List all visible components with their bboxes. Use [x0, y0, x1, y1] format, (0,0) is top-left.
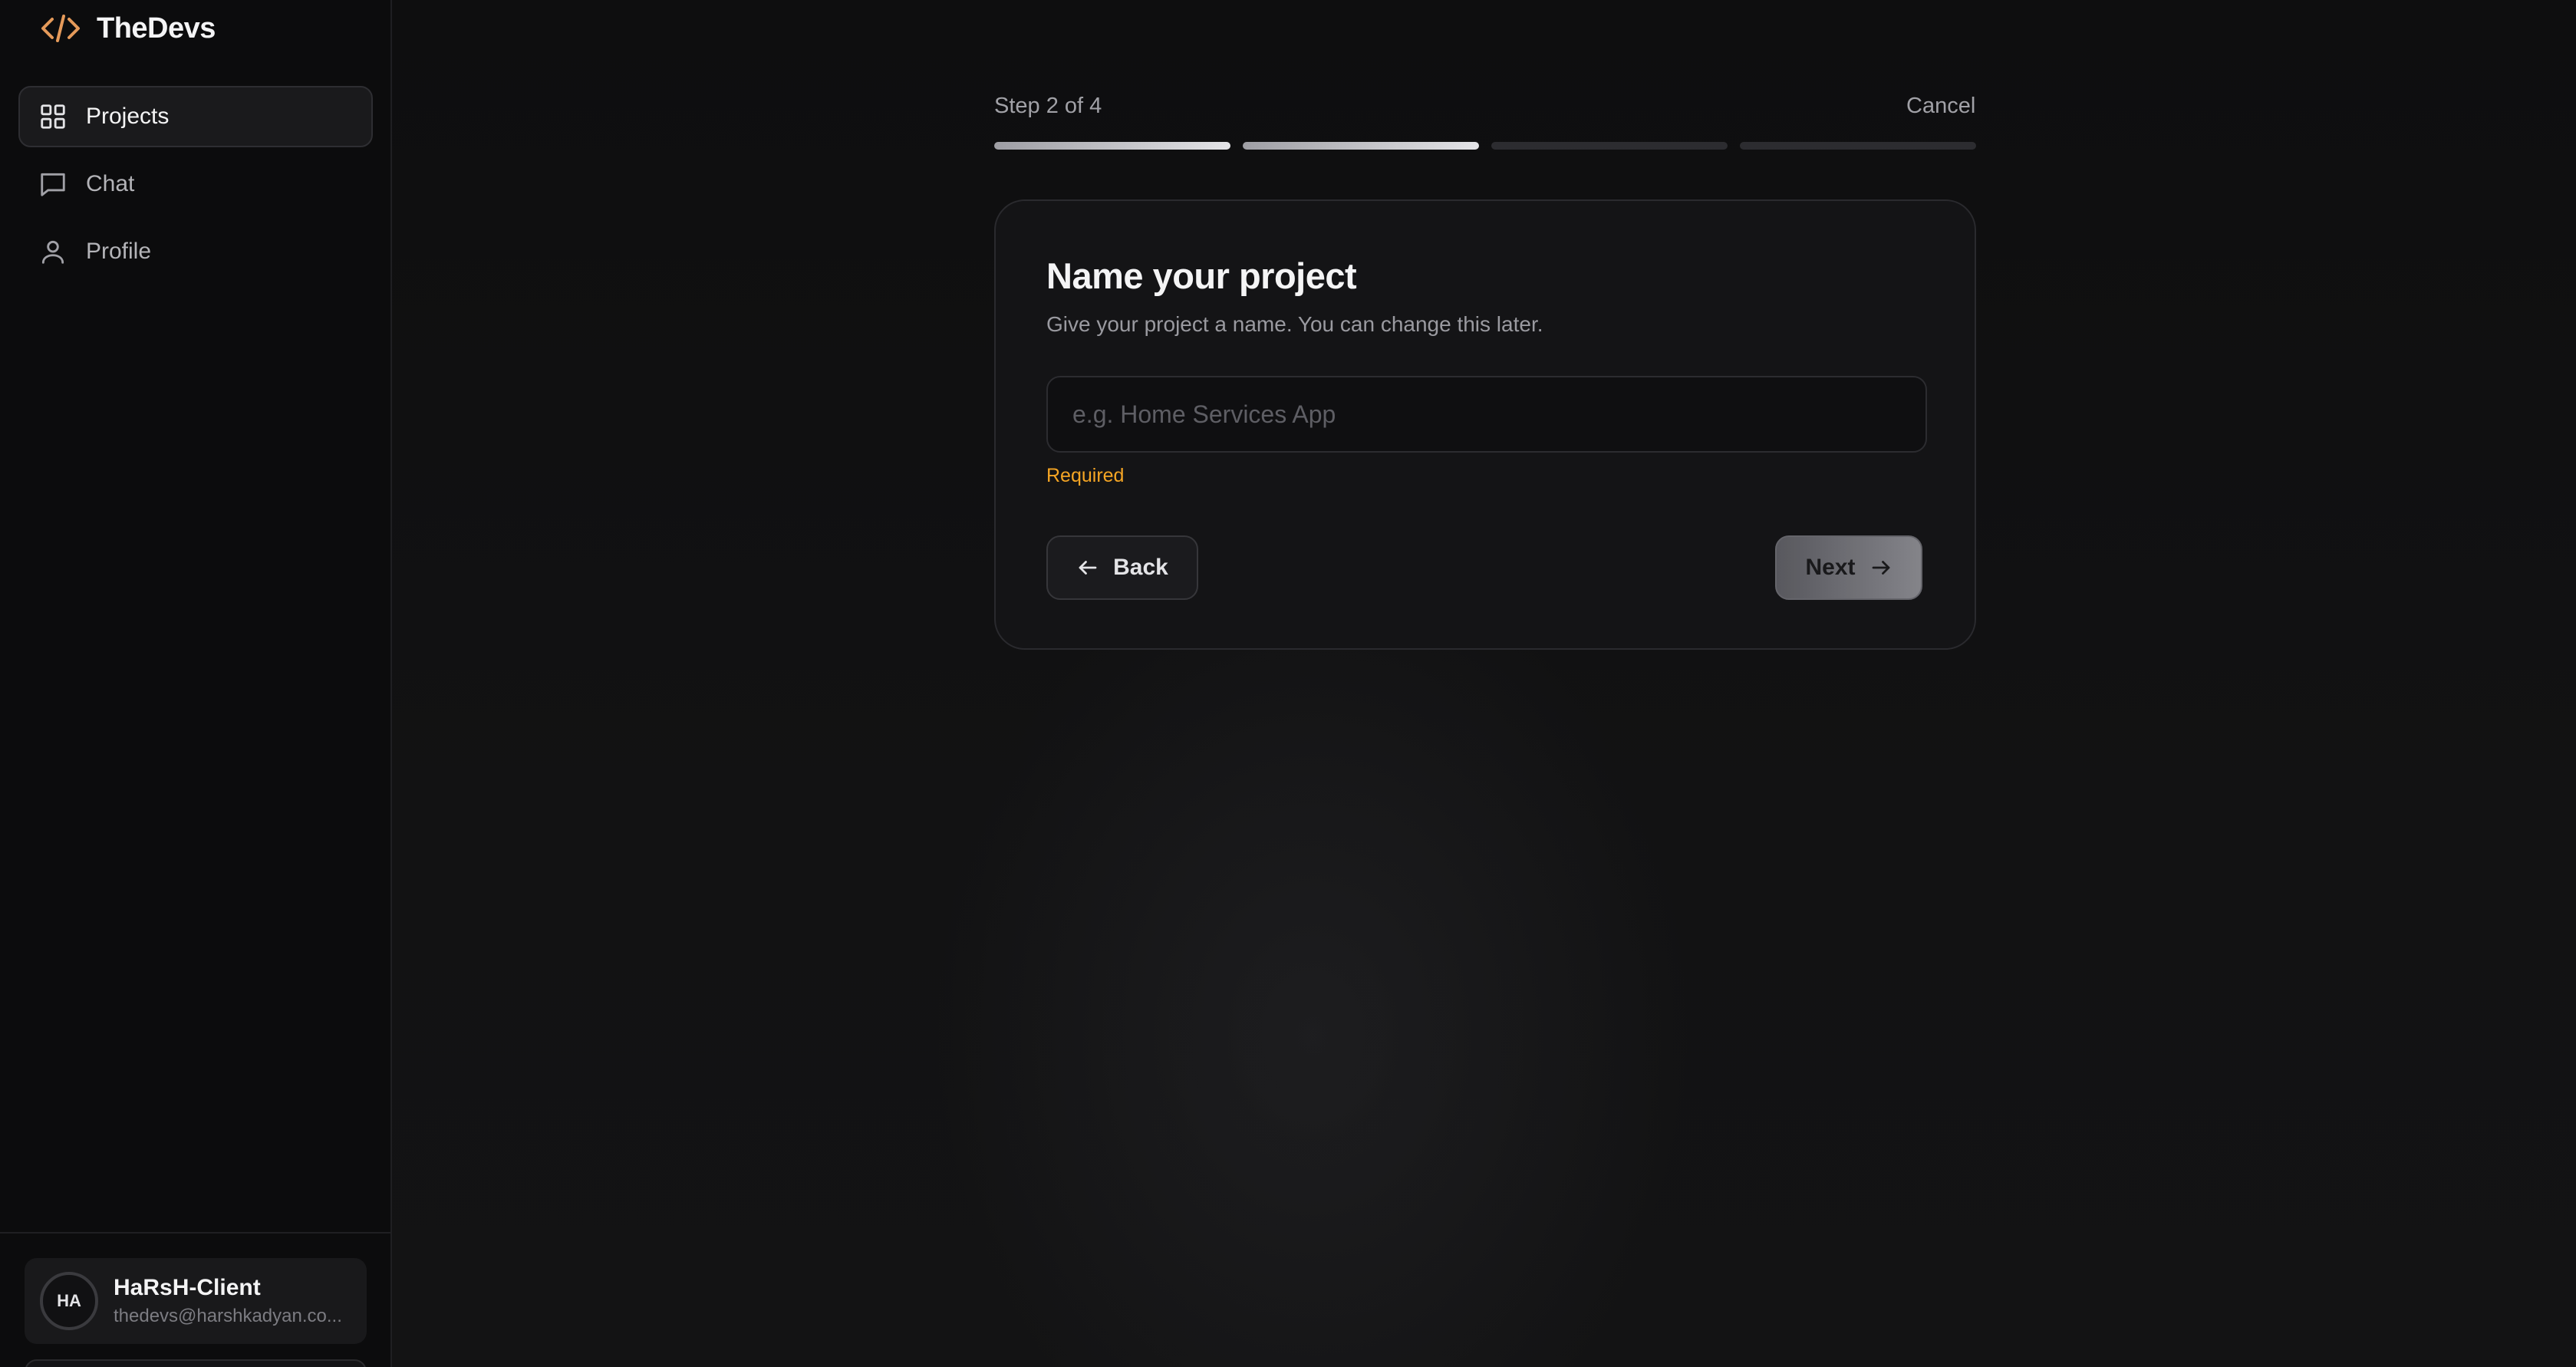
progress-segment-2: [1243, 142, 1479, 150]
arrow-right-icon: [1872, 561, 1889, 575]
brand-name: TheDevs: [97, 12, 216, 44]
back-button-label: Back: [1113, 555, 1168, 580]
cancel-link[interactable]: Cancel: [1906, 94, 1975, 119]
arrow-left-icon: [1079, 561, 1097, 575]
avatar: HA: [40, 1272, 98, 1330]
back-button[interactable]: Back: [1046, 535, 1198, 600]
app-root: TheDevs Projects Chat Profile HA HaRsH-C…: [0, 0, 2576, 1367]
card-subtitle: Give your project a name. You can change…: [1046, 312, 1543, 336]
progress-segment-4: [1740, 142, 1976, 150]
progress-segment-3: [1491, 142, 1728, 150]
validation-message: Required: [1046, 465, 1125, 486]
sidebar-item-label: Chat: [86, 171, 135, 196]
user-name: HaRsH-Client: [114, 1275, 261, 1300]
sidebar: TheDevs Projects Chat Profile HA HaRsH-C…: [0, 0, 392, 1367]
user-icon: [41, 240, 64, 264]
sidebar-item-chat[interactable]: Chat: [18, 153, 373, 215]
user-info: HaRsH-Client thedevs@harshkadyan.co...: [114, 1275, 351, 1327]
step-indicator: Step 2 of 4: [994, 94, 1102, 118]
brand[interactable]: TheDevs: [40, 9, 216, 48]
user-email: thedevs@harshkadyan.co...: [114, 1306, 342, 1326]
sidebar-divider: [0, 1232, 392, 1234]
sidebar-item-label: Projects: [86, 104, 170, 129]
main-content: Step 2 of 4 Cancel Name your project Giv…: [392, 0, 2576, 1367]
chat-bubble-icon: [41, 173, 65, 196]
progress-segment-1: [994, 142, 1230, 150]
grid-icon: [41, 104, 65, 129]
project-name-input[interactable]: [1046, 376, 1927, 453]
sidebar-item-projects[interactable]: Projects: [18, 86, 373, 147]
sidebar-item-profile[interactable]: Profile: [18, 221, 373, 282]
next-button-label: Next: [1805, 555, 1856, 580]
next-button[interactable]: Next: [1775, 535, 1922, 600]
step-progress-bar: [994, 142, 1976, 151]
code-brackets-icon: [41, 15, 80, 42]
user-card[interactable]: HA HaRsH-Client thedevs@harshkadyan.co..…: [25, 1258, 367, 1344]
sidebar-bottom-button[interactable]: [25, 1359, 367, 1367]
wizard-card: Name your project Give your project a na…: [994, 199, 1976, 650]
card-title: Name your project: [1046, 255, 1357, 296]
sidebar-item-label: Profile: [86, 239, 152, 264]
sidebar-nav: Projects Chat Profile: [18, 86, 373, 288]
